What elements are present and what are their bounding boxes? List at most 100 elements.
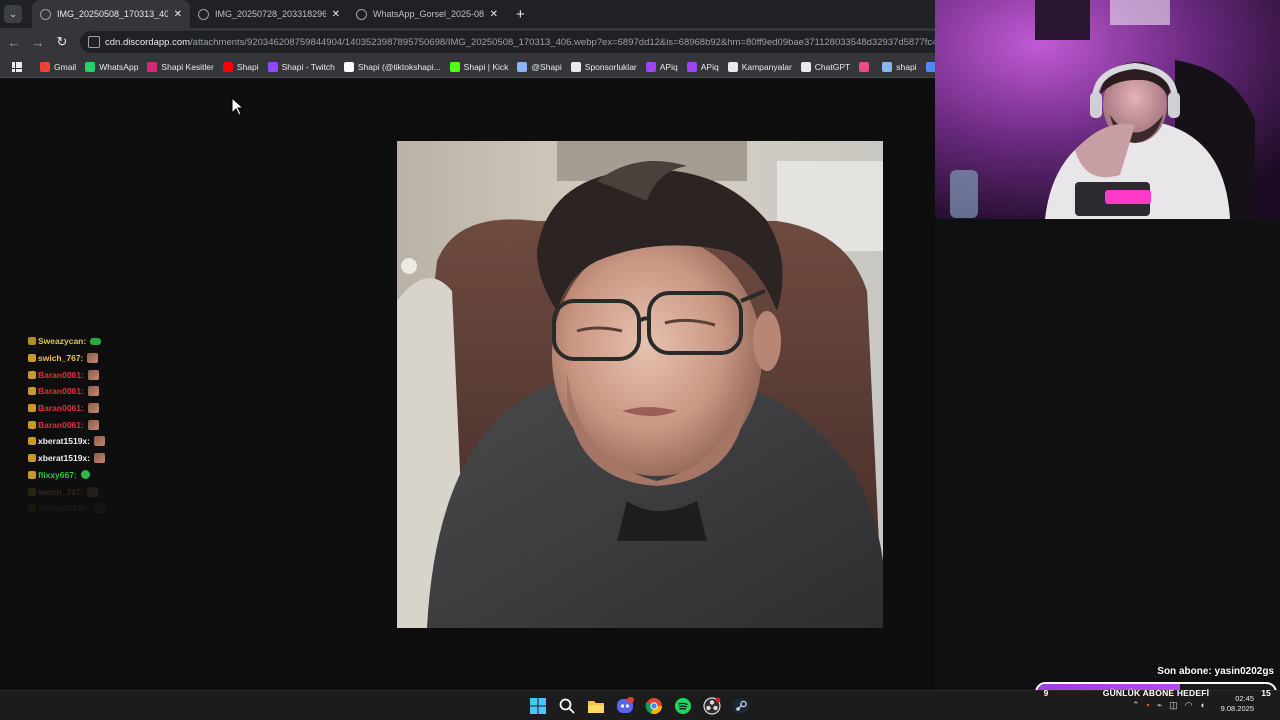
- tray-network-icon[interactable]: ◫: [1169, 700, 1178, 711]
- bookmark-item[interactable]: Shapi | Kick: [449, 61, 508, 72]
- bookmark-item[interactable]: Sponsorluklar: [570, 61, 637, 72]
- tray-wifi-icon[interactable]: ◠: [1185, 700, 1193, 711]
- windows-start-icon[interactable]: [528, 696, 548, 716]
- bookmark-item[interactable]: Gmail: [40, 61, 76, 72]
- url-host: cdn.discordapp.com: [105, 36, 191, 48]
- bookmark-item[interactable]: APiq: [686, 61, 719, 72]
- sub-badge-icon: [28, 420, 36, 429]
- bookmark-label: Sponsorluklar: [584, 61, 637, 72]
- stream-chat-overlay: Sweazycan: swich_767: Baran0061: Baran0061:…: [28, 333, 158, 517]
- sponsor-icon: [570, 61, 581, 72]
- chat-message: Baran0061:: [28, 383, 158, 400]
- file-explorer-icon[interactable]: [586, 696, 606, 716]
- chevron-down-icon: ⌄: [9, 8, 17, 19]
- goal-label: GÜNLÜK ABONE HEDEFİ: [1102, 687, 1210, 698]
- sub-badge-icon: [28, 337, 36, 346]
- globe-icon: [40, 8, 51, 20]
- clock-date: 9.08.2025: [1220, 704, 1254, 713]
- whatsapp-icon: [85, 61, 96, 72]
- chatgpt-icon: [800, 61, 811, 72]
- instagram-icon: [147, 61, 158, 72]
- chat-message: flixxy667:: [28, 467, 158, 484]
- apiq-icon: [645, 61, 656, 72]
- kick-icon: [449, 61, 460, 72]
- sub-badge-icon: [28, 487, 36, 496]
- chat-message: Baran0061:: [28, 366, 158, 383]
- chat-username: Baran0061:: [38, 386, 84, 397]
- steam-icon[interactable]: [731, 696, 751, 716]
- tray-app-icon[interactable]: ▪: [1147, 700, 1150, 711]
- tray-volume-icon[interactable]: ◖: [1200, 700, 1205, 711]
- bookmark-item[interactable]: Shapi - Twitch: [267, 61, 335, 72]
- bookmark-item[interactable]: Shapi Kesitler: [147, 61, 214, 72]
- chat-message: xberat1519x:: [28, 500, 158, 517]
- tab-title: IMG_20250728_203318296.jpg: [215, 9, 326, 19]
- twitch-icon: [267, 61, 278, 72]
- new-tab-button[interactable]: +: [516, 6, 525, 23]
- obs-icon[interactable]: [702, 696, 722, 716]
- bookmark-item[interactable]: ChatGPT: [800, 61, 850, 72]
- bookmark-item[interactable]: shapi: [882, 61, 917, 72]
- bookmarks-bar: Gmail WhatsApp Shapi Kesitler Shapi Shapi - …: [0, 56, 935, 78]
- globe-icon: [198, 8, 209, 20]
- bookmark-list: Gmail WhatsApp Shapi Kesitler Shapi Shapi - …: [31, 61, 935, 72]
- sub-badge-icon: [28, 504, 36, 513]
- sub-badge-icon: [28, 437, 36, 446]
- bookmark-label: Shapi (@tiktokshapi...: [357, 61, 441, 72]
- bookmark-label: Shapi Kesitler: [161, 61, 214, 72]
- reload-button[interactable]: ↻: [50, 34, 74, 50]
- campaign-icon: [727, 61, 738, 72]
- bookmark-label: Kampanyalar: [741, 61, 792, 72]
- tiktok-icon: [343, 61, 354, 72]
- chat-username: swich_767:: [38, 486, 84, 497]
- chat-username: swich_767:: [38, 353, 84, 364]
- tab-close-button[interactable]: ✕: [332, 9, 340, 20]
- tab-close-button[interactable]: ✕: [490, 9, 498, 20]
- bookmark-item[interactable]: Shapi (@tiktokshapi...: [343, 61, 441, 72]
- back-button[interactable]: ←: [2, 35, 26, 50]
- mouse-cursor-icon: [231, 97, 245, 116]
- site-info-icon[interactable]: [88, 36, 100, 48]
- tab-1[interactable]: IMG_20250508_170313_406.webp ✕: [32, 0, 190, 28]
- tab-close-button[interactable]: ✕: [174, 9, 182, 20]
- sub-badge-icon: [28, 354, 36, 363]
- chat-emote-icon: [87, 486, 99, 497]
- globe-icon: [356, 8, 367, 20]
- discord-icon[interactable]: [615, 696, 635, 716]
- bookmark-item[interactable]: Shapi: [222, 61, 259, 72]
- chat-emote-icon: [93, 453, 105, 464]
- sub-badge-icon: [28, 404, 36, 413]
- address-bar[interactable]: cdn.discordapp.com /attachments/92034620…: [80, 31, 935, 53]
- apps-grid-icon[interactable]: [12, 61, 22, 72]
- tab-3[interactable]: WhatsApp_Gorsel_2025-08-09 ✕: [348, 0, 506, 28]
- tab-title: IMG_20250508_170313_406.webp: [57, 9, 168, 19]
- search-icon[interactable]: [557, 696, 577, 716]
- bookmark-item[interactable]: Kampanyalar: [727, 61, 792, 72]
- tab-2[interactable]: IMG_20250728_203318296.jpg ✕: [190, 0, 348, 28]
- bookmark-label: @Shapi: [531, 61, 562, 72]
- selfie-photo: [397, 141, 883, 628]
- webcam-feed: [935, 0, 1280, 219]
- tray-expand-icon[interactable]: ⌃: [1132, 700, 1140, 711]
- chat-username: Baran0061:: [38, 403, 84, 414]
- youtube-icon: [222, 61, 233, 72]
- chat-emote-icon: [80, 470, 90, 480]
- tray-usb-icon[interactable]: ⌁: [1157, 700, 1162, 711]
- bookmark-item[interactable]: WhatsApp: [85, 61, 138, 72]
- tab-search-button[interactable]: ⌄: [4, 5, 22, 23]
- bookmark-item[interactable]: [859, 61, 873, 72]
- viewed-image[interactable]: [397, 141, 883, 628]
- tab-title: WhatsApp_Gorsel_2025-08-09: [373, 9, 484, 19]
- bookmark-item[interactable]: M: [925, 61, 935, 72]
- bookmark-item[interactable]: @Shapi: [517, 61, 562, 72]
- bookmark-image-icon: [517, 61, 528, 72]
- chat-message: Baran0061:: [28, 400, 158, 417]
- chrome-icon[interactable]: [644, 696, 664, 716]
- shapi-icon: [882, 61, 893, 72]
- bookmark-item[interactable]: APiq: [645, 61, 678, 72]
- spotify-icon[interactable]: [673, 696, 693, 716]
- bookmark-label: APiq: [659, 61, 678, 72]
- chat-message: Baran0061:: [28, 416, 158, 433]
- chat-message: xberat1519x:: [28, 433, 158, 450]
- forward-button[interactable]: →: [26, 35, 50, 50]
